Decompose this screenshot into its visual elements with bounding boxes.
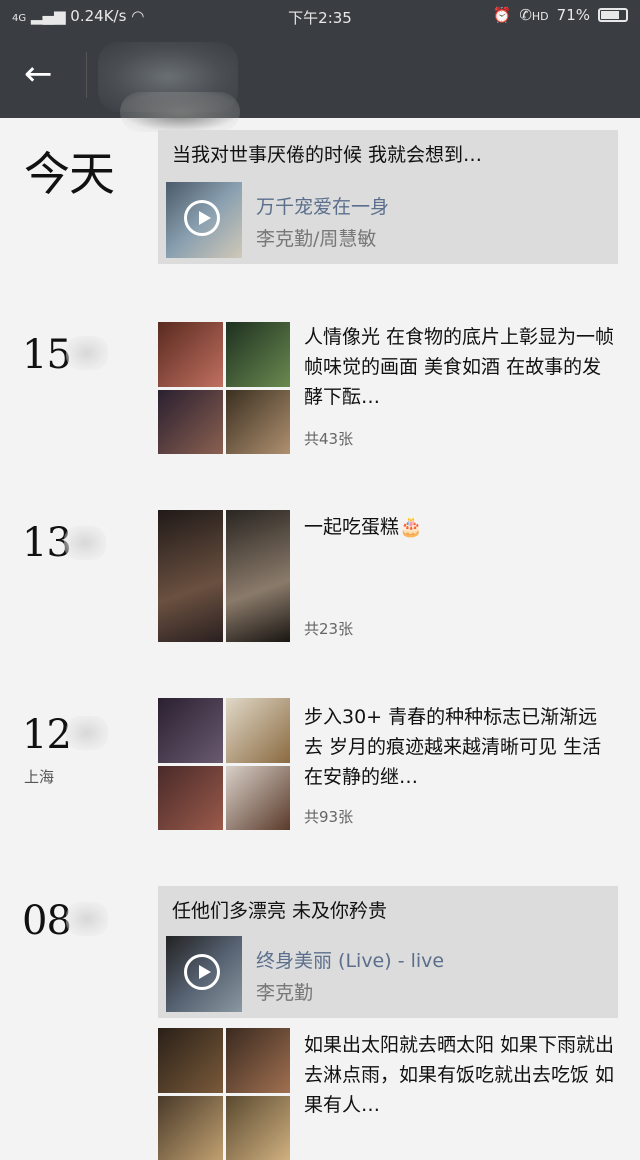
photo-count: 共93张 <box>304 806 353 827</box>
song-title: 万千宠爱在一身 <box>256 192 389 219</box>
post-text: 当我对世事厌倦的时候 我就会想到… <box>172 140 482 167</box>
play-icon[interactable] <box>184 954 220 990</box>
battery-icon <box>598 8 628 22</box>
battery-percent: 71% <box>557 6 590 24</box>
photo-thumb[interactable] <box>226 390 291 455</box>
post-text: 任他们多漂亮 未及你矜贵 <box>172 896 387 923</box>
album-cover[interactable] <box>166 936 242 1012</box>
app-bar: ← <box>0 32 640 118</box>
appbar-divider <box>86 52 87 98</box>
photo-count: 共43张 <box>304 428 353 449</box>
post-text[interactable]: 一起吃蛋糕🎂 <box>304 512 616 542</box>
photo-thumb[interactable] <box>226 510 291 642</box>
song-title: 终身美丽 (Live) - live <box>256 946 444 973</box>
photo-thumb[interactable] <box>158 1096 223 1160</box>
date-label: 12 <box>22 712 71 758</box>
date-label: 今天 <box>24 138 114 204</box>
arrow-left-icon[interactable]: ← <box>24 54 64 94</box>
redacted-month <box>64 526 106 560</box>
photo-thumb[interactable] <box>226 1028 291 1093</box>
status-right: ⏰ ✆HD 71% <box>493 6 628 24</box>
song-artist: 李克勤 <box>256 978 313 1005</box>
song-artist: 李克勤/周慧敏 <box>256 224 376 251</box>
phone-hd-icon: ✆HD <box>519 6 548 24</box>
location-label: 上海 <box>24 766 54 787</box>
photo-grid[interactable] <box>158 510 290 642</box>
status-bar: 4G ▂▄▆ 0.24K/s ◠ 下午2:35 ⏰ ✆HD 71% <box>0 0 640 32</box>
photo-thumb[interactable] <box>158 1028 223 1093</box>
photo-thumb[interactable] <box>158 390 223 455</box>
album-cover[interactable] <box>166 182 242 258</box>
date-label: 15 <box>22 332 71 378</box>
photo-count: 共23张 <box>304 618 353 639</box>
redaction-scribble <box>120 92 240 132</box>
photo-thumb[interactable] <box>226 766 291 831</box>
photo-grid[interactable] <box>158 698 290 830</box>
photo-thumb[interactable] <box>226 1096 291 1160</box>
photo-thumb[interactable] <box>226 698 291 763</box>
photo-thumb[interactable] <box>158 510 223 642</box>
photo-grid[interactable] <box>158 322 290 454</box>
play-icon[interactable] <box>184 200 220 236</box>
music-share-card[interactable]: 当我对世事厌倦的时候 我就会想到… 万千宠爱在一身 李克勤/周慧敏 <box>158 130 618 264</box>
photo-thumb[interactable] <box>158 766 223 831</box>
redacted-month <box>66 336 108 370</box>
redacted-month <box>66 716 108 750</box>
photo-thumb[interactable] <box>226 322 291 387</box>
photo-grid[interactable] <box>158 1028 290 1160</box>
battery-fill <box>601 11 619 19</box>
post-text[interactable]: 步入30+ 青春的种种标志已渐渐远去 岁月的痕迹越来越清晰可见 生活在安静的继… <box>304 702 616 792</box>
photo-thumb[interactable] <box>158 698 223 763</box>
alarm-icon: ⏰ <box>493 6 512 24</box>
photo-thumb[interactable] <box>158 322 223 387</box>
post-text[interactable]: 如果出太阳就去晒太阳 如果下雨就出去淋点雨，如果有饭吃就出去吃饭 如果有人… <box>304 1030 616 1120</box>
date-label: 08 <box>22 898 71 944</box>
music-share-card[interactable]: 任他们多漂亮 未及你矜贵 终身美丽 (Live) - live 李克勤 <box>158 886 618 1018</box>
post-text[interactable]: 人情像光 在食物的底片上彰显为一帧帧味觉的画面 美食如酒 在故事的发酵下酝… <box>304 322 616 412</box>
redacted-month <box>66 902 108 936</box>
hd-label: HD <box>532 10 549 23</box>
